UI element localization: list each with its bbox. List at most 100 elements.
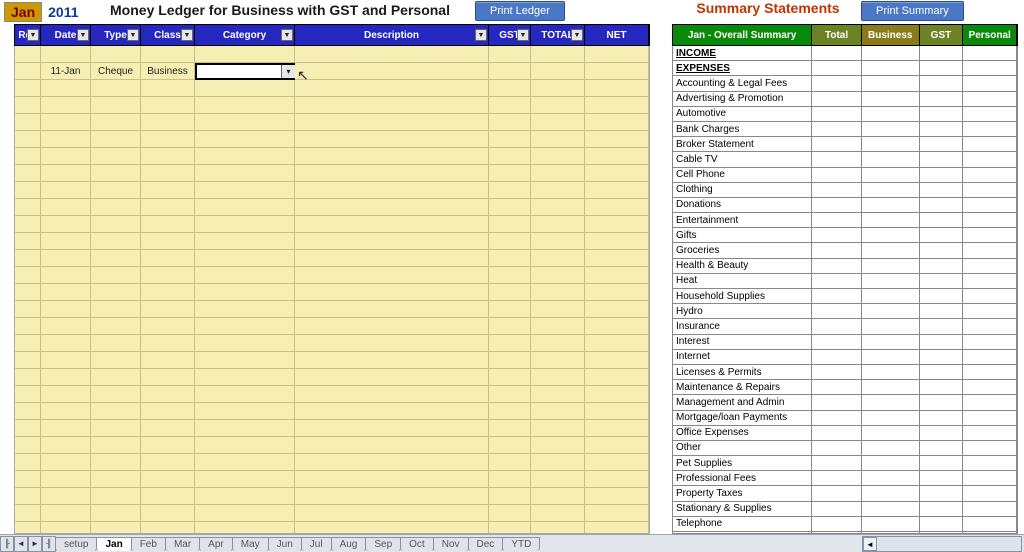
sheet-tab-jan[interactable]: Jan: [96, 537, 131, 551]
ledger-row[interactable]: [15, 97, 649, 114]
ledger-cell-total[interactable]: [531, 250, 585, 267]
ledger-cell-rec[interactable]: [15, 420, 41, 437]
ledger-cell-cat[interactable]: [195, 386, 295, 403]
ledger-cell-rec[interactable]: [15, 301, 41, 318]
ledger-cell-cat[interactable]: [195, 250, 295, 267]
ledger-cell-date[interactable]: [41, 403, 91, 420]
ledger-cell-rec[interactable]: [15, 386, 41, 403]
ledger-cell-rec[interactable]: [15, 63, 41, 80]
filter-dropdown-icon[interactable]: ▼: [181, 29, 193, 41]
ledger-cell-date[interactable]: [41, 216, 91, 233]
ledger-cell-type[interactable]: [91, 454, 141, 471]
ledger-cell-total[interactable]: [531, 522, 585, 534]
scroll-track[interactable]: [877, 537, 1021, 551]
ledger-cell-desc[interactable]: [295, 335, 489, 352]
ledger-cell-desc[interactable]: [295, 369, 489, 386]
ledger-cell-cat[interactable]: [195, 131, 295, 148]
ledger-body[interactable]: 11-JanChequeBusiness▾↖: [14, 46, 650, 534]
ledger-cell-class[interactable]: [141, 505, 195, 522]
ledger-cell-rec[interactable]: [15, 369, 41, 386]
ledger-cell-total[interactable]: [531, 114, 585, 131]
ledger-cell-date[interactable]: [41, 131, 91, 148]
filter-dropdown-icon[interactable]: ▼: [475, 29, 487, 41]
ledger-cell-type[interactable]: [91, 420, 141, 437]
ledger-cell-net[interactable]: [585, 454, 649, 471]
ledger-cell-date[interactable]: [41, 148, 91, 165]
cell-dropdown-icon[interactable]: ▾: [281, 65, 295, 78]
ledger-cell-rec[interactable]: [15, 131, 41, 148]
ledger-cell-cat[interactable]: [195, 165, 295, 182]
ledger-cell-net[interactable]: [585, 386, 649, 403]
ledger-cell-type[interactable]: [91, 80, 141, 97]
ledger-cell-type[interactable]: [91, 335, 141, 352]
ledger-cell-class[interactable]: [141, 522, 195, 534]
ledger-cell-date[interactable]: [41, 233, 91, 250]
ledger-cell-total[interactable]: [531, 403, 585, 420]
ledger-cell-rec[interactable]: [15, 488, 41, 505]
ledger-cell-rec[interactable]: [15, 233, 41, 250]
ledger-cell-gst[interactable]: [489, 233, 531, 250]
ledger-cell-cat[interactable]: [195, 284, 295, 301]
ledger-cell-class[interactable]: [141, 301, 195, 318]
ledger-cell-rec[interactable]: [15, 454, 41, 471]
ledger-cell-type[interactable]: [91, 199, 141, 216]
ledger-cell-gst[interactable]: [489, 454, 531, 471]
ledger-cell-desc[interactable]: [295, 80, 489, 97]
ledger-cell-net[interactable]: [585, 284, 649, 301]
ledger-cell-class[interactable]: [141, 335, 195, 352]
tab-nav-prev-icon[interactable]: ◄: [14, 536, 28, 552]
ledger-cell-cat[interactable]: [195, 488, 295, 505]
ledger-cell-total[interactable]: [531, 148, 585, 165]
ledger-cell-type[interactable]: [91, 369, 141, 386]
ledger-cell-type[interactable]: [91, 284, 141, 301]
filter-dropdown-icon[interactable]: ▼: [127, 29, 139, 41]
ledger-cell-date[interactable]: [41, 114, 91, 131]
ledger-cell-date[interactable]: [41, 301, 91, 318]
ledger-cell-cat[interactable]: [195, 505, 295, 522]
ledger-row[interactable]: [15, 352, 649, 369]
ledger-cell-rec[interactable]: [15, 335, 41, 352]
ledger-cell-class[interactable]: Business: [141, 63, 195, 80]
ledger-cell-type[interactable]: [91, 165, 141, 182]
ledger-cell-rec[interactable]: [15, 437, 41, 454]
ledger-cell-class[interactable]: [141, 369, 195, 386]
ledger-cell-rec[interactable]: [15, 46, 41, 63]
ledger-cell-type[interactable]: [91, 386, 141, 403]
print-ledger-button[interactable]: Print Ledger: [475, 1, 565, 21]
ledger-row[interactable]: [15, 488, 649, 505]
ledger-cell-total[interactable]: [531, 80, 585, 97]
ledger-cell-date[interactable]: 11-Jan: [41, 63, 91, 80]
ledger-cell-type[interactable]: [91, 97, 141, 114]
ledger-cell-type[interactable]: [91, 403, 141, 420]
col-class[interactable]: Class▼: [141, 25, 195, 45]
ledger-cell-rec[interactable]: [15, 403, 41, 420]
tab-nav-first-icon[interactable]: ╟: [0, 536, 14, 552]
ledger-cell-gst[interactable]: [489, 114, 531, 131]
ledger-cell-cat[interactable]: [195, 148, 295, 165]
ledger-cell-gst[interactable]: [489, 471, 531, 488]
ledger-cell-type[interactable]: [91, 267, 141, 284]
ledger-row[interactable]: [15, 369, 649, 386]
ledger-row[interactable]: [15, 165, 649, 182]
ledger-cell-gst[interactable]: [489, 46, 531, 63]
ledger-cell-net[interactable]: [585, 522, 649, 534]
ledger-cell-desc[interactable]: [295, 131, 489, 148]
ledger-row[interactable]: [15, 335, 649, 352]
ledger-cell-class[interactable]: [141, 233, 195, 250]
ledger-cell-date[interactable]: [41, 97, 91, 114]
ledger-cell-class[interactable]: [141, 97, 195, 114]
ledger-cell-gst[interactable]: [489, 63, 531, 80]
filter-dropdown-icon[interactable]: ▼: [517, 29, 529, 41]
filter-dropdown-icon[interactable]: ▼: [571, 29, 583, 41]
ledger-cell-gst[interactable]: [489, 369, 531, 386]
ledger-cell-class[interactable]: [141, 454, 195, 471]
ledger-cell-cat[interactable]: [195, 97, 295, 114]
ledger-cell-date[interactable]: [41, 471, 91, 488]
ledger-cell-date[interactable]: [41, 352, 91, 369]
ledger-cell-cat[interactable]: [195, 216, 295, 233]
ledger-cell-net[interactable]: [585, 131, 649, 148]
ledger-row[interactable]: [15, 403, 649, 420]
ledger-cell-gst[interactable]: [489, 505, 531, 522]
ledger-cell-total[interactable]: [531, 131, 585, 148]
ledger-cell-desc[interactable]: [295, 148, 489, 165]
